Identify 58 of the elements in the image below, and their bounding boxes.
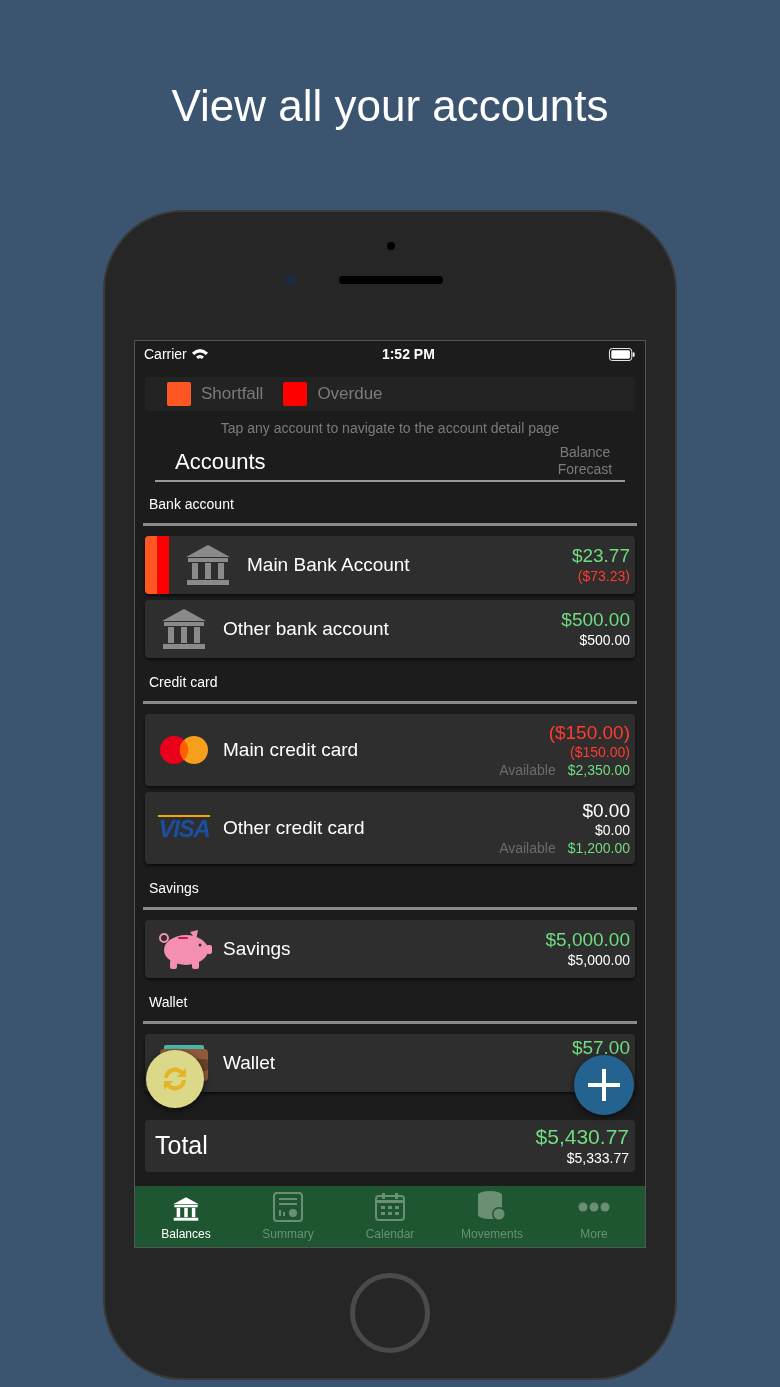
available-label: Available	[499, 839, 556, 858]
account-card[interactable]: Savings $5,000.00 $5,000.00	[145, 920, 635, 978]
status-time: 1:52 PM	[381, 345, 435, 364]
coins-icon	[477, 1190, 507, 1222]
tab[interactable]: Balances	[135, 1186, 237, 1247]
account-name: Main Bank Account	[247, 552, 411, 577]
carrier-label: Carrier	[144, 345, 187, 364]
section-title: Wallet	[149, 994, 188, 1010]
bank-icon	[172, 1196, 200, 1222]
column-label: Balance Forecast	[556, 444, 614, 478]
bank-icon	[184, 543, 232, 587]
total-balance: $5,430.77	[535, 1124, 629, 1151]
forecast-amount: $0.00	[594, 822, 630, 840]
piggy-bank-icon	[156, 928, 212, 970]
balance-amount: $500.00	[561, 608, 630, 633]
section-title: Bank account	[149, 496, 234, 512]
accounts-title: Accounts	[175, 447, 266, 476]
total-label: Total	[155, 1130, 208, 1162]
legend-label: Shortfall	[201, 383, 264, 406]
headline: View all your accounts	[171, 80, 609, 132]
forecast-amount: $5,000.00	[567, 952, 630, 970]
add-button[interactable]	[574, 1055, 634, 1115]
available-amount: $2,350.00	[567, 761, 630, 780]
account-name: Savings	[223, 936, 292, 961]
balance-amount: ($150.00)	[548, 720, 630, 745]
available-label: Available	[499, 761, 556, 780]
calendar-icon	[375, 1192, 405, 1222]
wifi-icon	[190, 348, 209, 361]
report-icon	[273, 1192, 303, 1222]
account-card[interactable]: Main Bank Account $23.77 ($73.23)	[145, 536, 635, 594]
balance-amount: $5,000.00	[545, 928, 630, 953]
account-name: Main credit card	[223, 737, 360, 762]
account-name: Other bank account	[223, 616, 390, 641]
section-title: Savings	[149, 880, 199, 896]
front-sensor	[285, 274, 297, 286]
balance-amount: $0.00	[582, 798, 630, 823]
card-logo-icon	[159, 735, 209, 765]
refresh-button[interactable]	[146, 1050, 204, 1108]
bank-icon	[160, 607, 208, 651]
account-name: Wallet	[223, 1050, 277, 1075]
forecast-amount: ($150.00)	[570, 744, 630, 762]
hint-text: Tap any account to navigate to the account detail page	[219, 419, 561, 438]
available-amount: $1,200.00	[567, 839, 630, 858]
legend-label: Overdue	[317, 383, 383, 406]
section-title: Credit card	[149, 674, 218, 690]
balance-amount: $57.00	[571, 1036, 630, 1060]
forecast-amount: $500.00	[579, 632, 630, 650]
forecast-amount: ($73.23)	[577, 568, 630, 586]
plus-icon	[586, 1067, 622, 1103]
more-icon	[578, 1202, 610, 1212]
total-forecast: $5,333.77	[566, 1150, 629, 1168]
balance-amount: $23.77	[571, 544, 630, 569]
account-card[interactable]: Main credit card ($150.00) ($150.00) Available $2,350.00	[145, 714, 635, 786]
account-card[interactable]: Other bank account $500.00 $500.00	[145, 600, 635, 658]
account-card[interactable]: VISA Other credit card $0.00 $0.00 Available $1,200.00	[145, 792, 635, 864]
account-name: Other credit card	[223, 815, 366, 840]
card-logo: VISA	[158, 815, 210, 841]
battery-icon	[608, 348, 636, 361]
